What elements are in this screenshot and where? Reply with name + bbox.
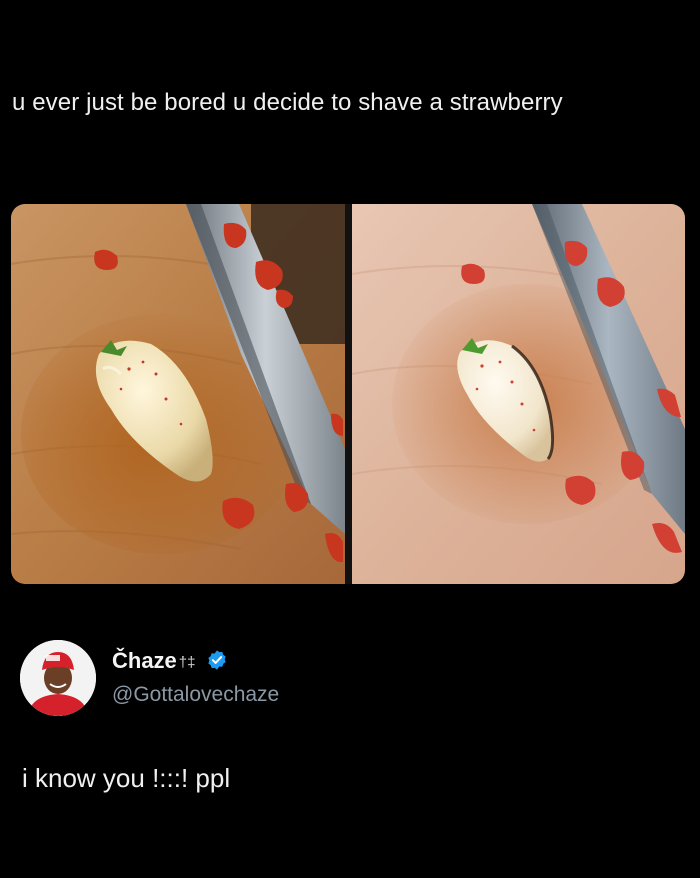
post-media-grid[interactable] bbox=[11, 204, 685, 584]
verified-badge-icon bbox=[207, 650, 226, 670]
media-photo-right[interactable] bbox=[352, 204, 685, 584]
quoted-author[interactable]: Čhaze †‡ @Gottalovechaze bbox=[20, 640, 440, 720]
author-handle[interactable]: @Gottalovechaze bbox=[112, 683, 279, 707]
media-photo-left[interactable] bbox=[11, 204, 345, 584]
author-display-name[interactable]: Čhaze †‡ bbox=[112, 648, 228, 674]
quoted-reply-text: i know you !:::! ppl bbox=[22, 763, 231, 793]
author-name-glyph: †‡ bbox=[178, 654, 196, 671]
avatar[interactable] bbox=[20, 640, 96, 716]
post-text: u ever just be bored u decide to shave a… bbox=[12, 89, 563, 116]
author-name-text: Čhaze bbox=[112, 648, 177, 673]
